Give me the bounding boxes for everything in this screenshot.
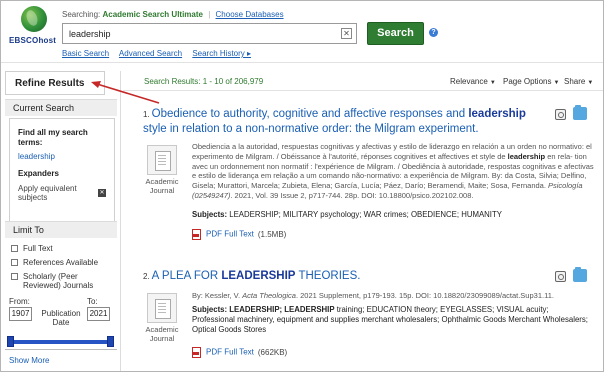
expanders-label: Expanders	[18, 169, 59, 178]
results-count: Search Results: 1 - 10 of 206,979	[144, 77, 264, 86]
current-search-box: Find all my search terms: leadership Exp…	[9, 118, 115, 223]
add-to-folder-icon[interactable]	[573, 267, 587, 282]
page-options-dropdown[interactable]: Page Options ▼	[503, 77, 559, 86]
searching-line: Searching: Academic Search Ultimate | Ch…	[62, 10, 284, 19]
clear-search-icon[interactable]: ✕	[341, 28, 352, 39]
caret-down-icon: ▼	[489, 80, 496, 86]
header: EBSCOhost Searching: Academic Search Ult…	[1, 1, 603, 63]
search-button[interactable]: Search	[367, 22, 424, 45]
result-title[interactable]: 1. Obedience to authority, cognitive and …	[143, 107, 548, 136]
globe-icon	[21, 6, 47, 32]
ebsco-logo[interactable]: EBSCOhost	[9, 6, 59, 51]
publication-type: Academic Journal	[145, 177, 179, 195]
advanced-search-link[interactable]: Advanced Search	[119, 49, 182, 58]
limiter-references[interactable]: References Available	[11, 258, 113, 267]
caret-down-icon: ▼	[553, 80, 560, 86]
relevance-dropdown[interactable]: Relevance ▼	[450, 77, 496, 86]
divider	[5, 349, 117, 350]
result-abstract: Obediencia a la autoridad, respuestas co…	[192, 142, 594, 200]
result-abstract: By: Kessler, V. Acta Theologica. 2021 Su…	[192, 291, 554, 300]
logo-wordmark: EBSCOhost	[9, 36, 57, 45]
limiter-scholarly[interactable]: Scholarly (Peer Reviewed) Journals	[11, 272, 107, 290]
apply-equivalent-label: Apply equivalent subjects	[18, 184, 77, 202]
ebsco-window: EBSCOhost Searching: Academic Search Ult…	[0, 0, 604, 372]
help-icon[interactable]: ?	[429, 28, 438, 37]
from-year-input[interactable]: 1907	[9, 307, 32, 321]
pdf-full-text-link[interactable]: PDF Full Text (1.5MB)	[192, 229, 286, 240]
checkbox[interactable]	[11, 259, 18, 266]
publication-type: Academic Journal	[145, 325, 179, 343]
pdf-icon	[192, 229, 201, 240]
result-subjects: Subjects: LEADERSHIP; LEADERSHIP trainin…	[192, 305, 588, 334]
pdf-icon	[192, 347, 201, 358]
refine-sidebar: Refine Results Current Search Find all m…	[5, 71, 121, 371]
basic-search-link[interactable]: Basic Search	[62, 49, 109, 58]
caret-down-icon: ▼	[587, 80, 594, 86]
database-name: Academic Search Ultimate	[102, 10, 203, 19]
to-year-input[interactable]: 2021	[87, 307, 110, 321]
search-mode-links: Basic Search Advanced Search Search Hist…	[62, 49, 259, 58]
remove-expander-icon[interactable]: ✕	[98, 189, 106, 197]
search-box: ✕	[62, 23, 357, 44]
find-all-label: Find all my search terms:	[18, 128, 88, 147]
pdf-full-text-link[interactable]: PDF Full Text (662KB)	[192, 347, 287, 358]
result-subjects: Subjects: LEADERSHIP; MILITARY psycholog…	[192, 210, 502, 219]
limit-to-header[interactable]: Limit To	[5, 221, 117, 238]
date-slider-track[interactable]	[9, 340, 113, 344]
searching-label: Searching:	[62, 10, 101, 19]
search-term-link[interactable]: leadership	[18, 152, 114, 161]
from-label: From:	[9, 297, 30, 306]
results-toolbar: Search Results: 1 - 10 of 206,979 Releva…	[123, 71, 603, 91]
document-thumbnail-icon	[147, 293, 177, 323]
preview-magnifier-icon[interactable]	[555, 109, 566, 120]
result-item: 2. A PLEA FOR LEADERSHIP THEORIES. Academ…	[123, 267, 603, 369]
share-dropdown[interactable]: Share ▼	[564, 77, 593, 86]
search-history-link[interactable]: Search History ▸	[192, 49, 251, 58]
date-slider-max-handle[interactable]	[107, 336, 114, 347]
choose-databases-link[interactable]: Choose Databases	[216, 10, 284, 19]
preview-magnifier-icon[interactable]	[555, 271, 566, 282]
result-item: 1. Obedience to authority, cognitive and …	[123, 105, 603, 247]
to-label: To:	[87, 297, 98, 306]
add-to-folder-icon[interactable]	[573, 105, 587, 120]
result-title[interactable]: 2. A PLEA FOR LEADERSHIP THEORIES.	[143, 269, 548, 284]
search-input[interactable]	[63, 24, 333, 43]
limiter-full-text[interactable]: Full Text	[11, 244, 113, 253]
publication-date-label: Publication Date	[41, 309, 81, 327]
checkbox[interactable]	[11, 273, 18, 280]
show-more-link[interactable]: Show More	[9, 356, 49, 365]
checkbox[interactable]	[11, 245, 18, 252]
document-thumbnail-icon	[147, 145, 177, 175]
date-slider-min-handle[interactable]	[7, 336, 14, 347]
